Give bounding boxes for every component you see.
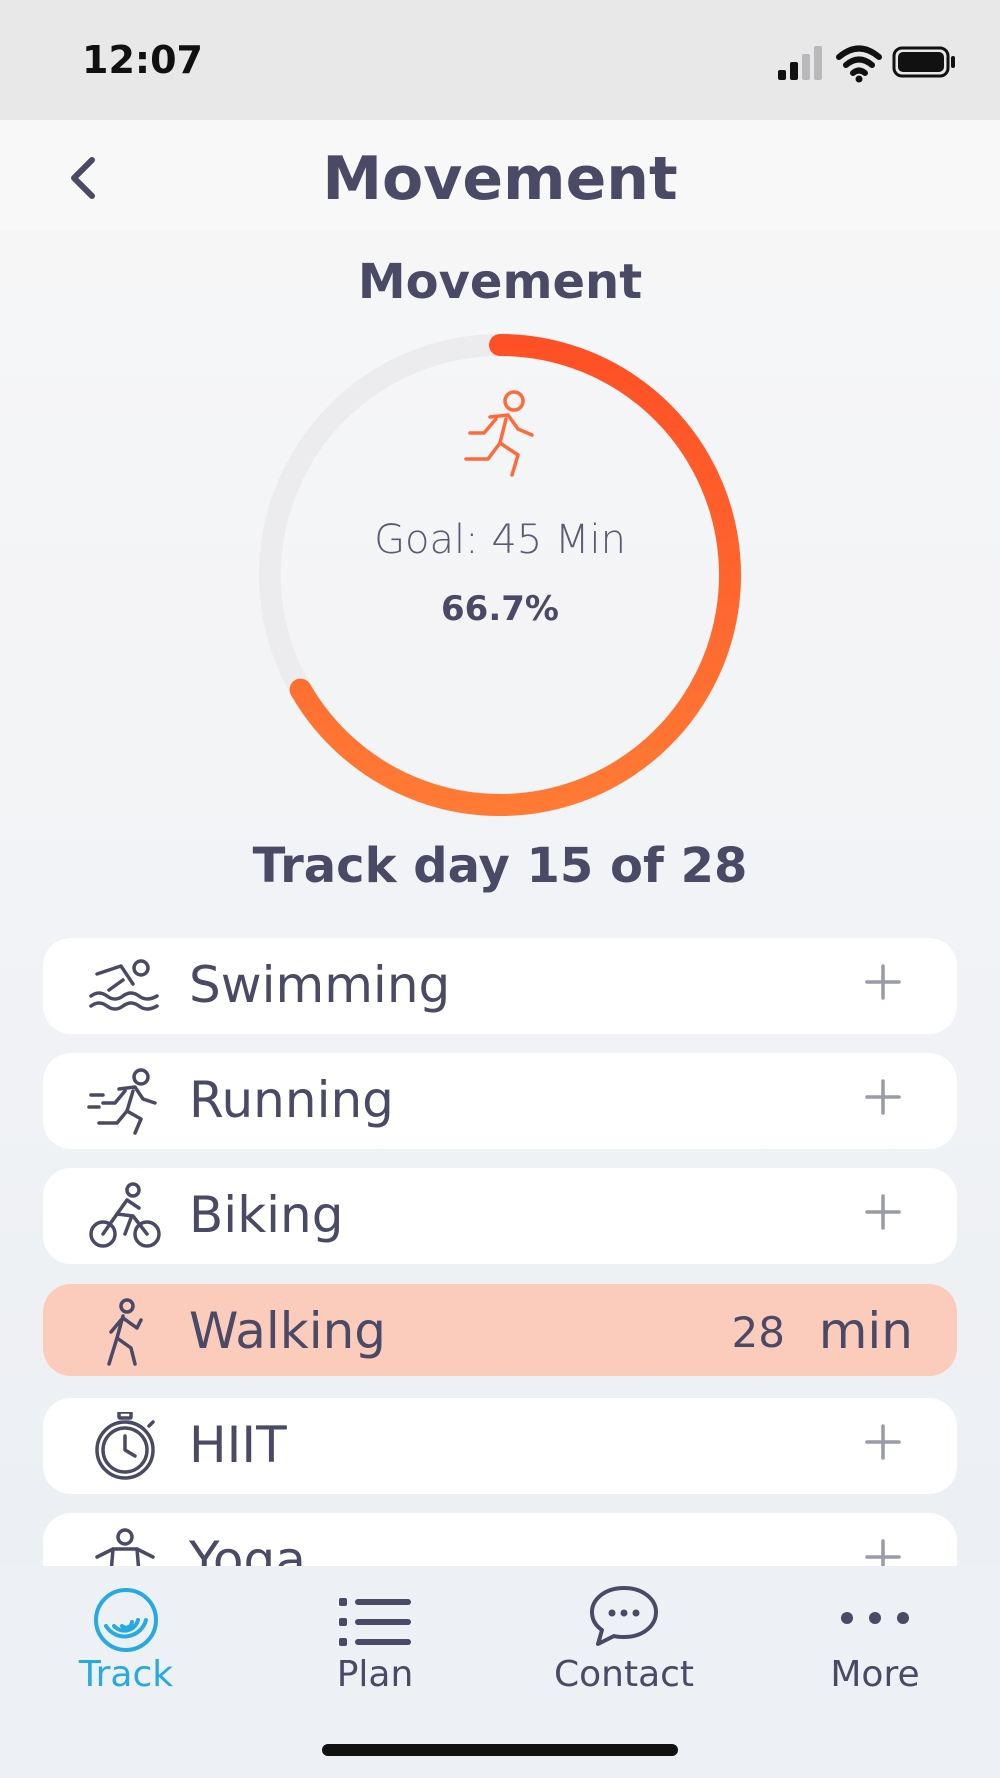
chat-bubble-icon [590,1586,658,1646]
walking-icon [107,1298,143,1366]
wifi-icon [836,45,882,83]
activity-label: Swimming [189,956,451,1014]
activity-label: Running [189,1071,394,1129]
progress-percent: 66.7% [441,589,559,629]
cellular-signal-icon [778,46,822,80]
add-icon[interactable] [861,1190,905,1234]
progress-ring: Goal: 45 Min 66.7% [258,333,742,817]
activity-row-hiit[interactable]: HIIT [43,1398,957,1494]
page-title: Movement [322,144,678,214]
section-title: Movement [357,254,643,310]
activity-label: HIIT [189,1416,287,1474]
activity-label: Yoga [189,1531,306,1566]
stopwatch-icon [95,1412,155,1480]
tab-label: Plan [336,1654,414,1695]
activity-value: 28 [731,1308,785,1357]
list-icon [339,1598,411,1646]
tab-more[interactable]: More [775,1566,975,1716]
activity-unit: min [818,1302,913,1360]
activity-row-swimming[interactable]: Swimming [43,938,957,1034]
tab-label: Track [78,1654,174,1695]
activity-row-yoga[interactable]: Yoga [43,1513,957,1566]
track-icon [94,1588,158,1652]
tab-label: Contact [553,1654,695,1695]
activity-label: Walking [189,1302,387,1360]
tab-plan[interactable]: Plan [275,1566,475,1716]
activity-list[interactable]: Swimming Running Biking Walking 28 min H… [0,930,1000,1566]
activity-row-biking[interactable]: Biking [43,1168,957,1264]
add-icon[interactable] [861,960,905,1004]
biking-icon [89,1182,161,1248]
running-person-icon [464,390,534,477]
goal-text: Goal: 45 Min [374,517,626,563]
activity-label: Biking [189,1186,344,1244]
running-icon [87,1068,157,1135]
tab-contact[interactable]: Contact [524,1566,724,1716]
status-time: 12:07 [82,38,203,82]
battery-icon [892,46,955,78]
yoga-icon [95,1528,155,1566]
tab-track[interactable]: Track [26,1566,226,1716]
nav-header: Movement [0,120,1000,230]
status-bar: 12:07 [0,0,1000,120]
activity-row-running[interactable]: Running [43,1053,957,1149]
more-dots-icon [841,1612,909,1624]
track-day-text: Track day 15 of 28 [252,838,748,894]
add-icon[interactable] [861,1535,905,1566]
swimming-icon [89,959,159,1011]
tab-label: More [830,1654,920,1695]
home-indicator [322,1744,678,1756]
add-icon[interactable] [861,1075,905,1119]
add-icon[interactable] [861,1420,905,1464]
activity-row-walking[interactable]: Walking 28 min [43,1284,957,1376]
